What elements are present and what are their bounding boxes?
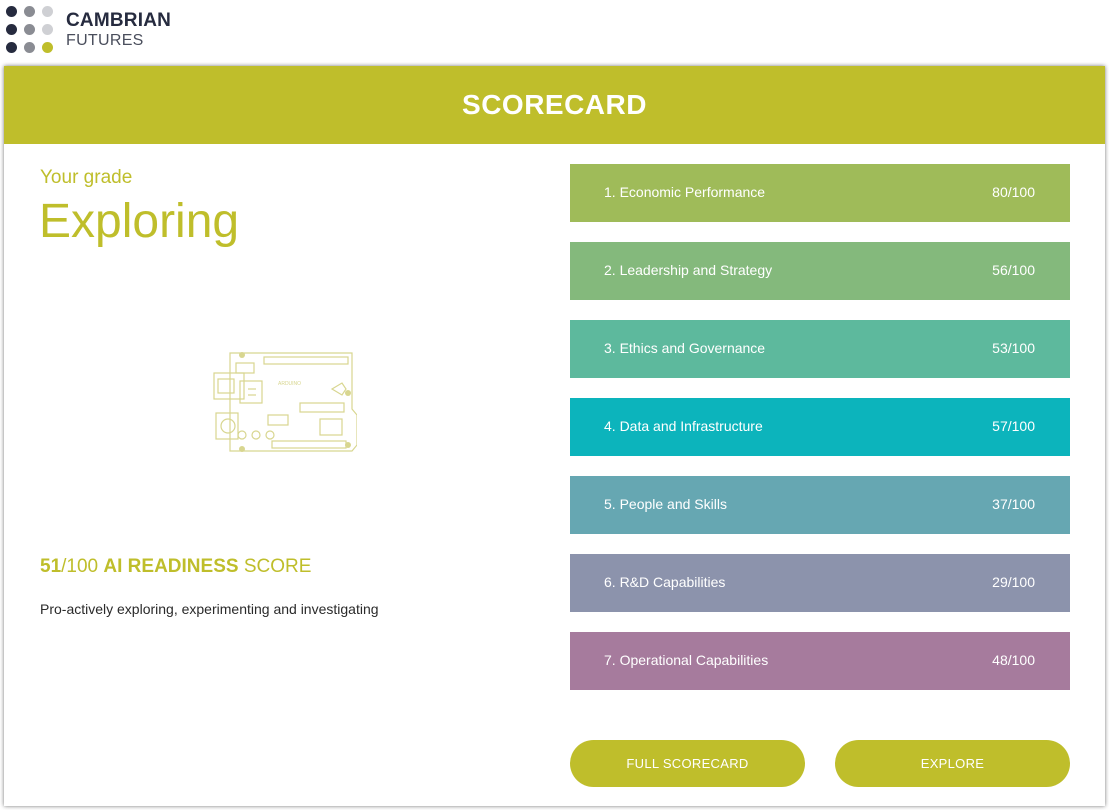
category-row-data-infrastructure[interactable]: 4. Data and Infrastructure 57/100 [570,398,1070,456]
page: CAMBRIAN FUTURES SCORECARD Your grade Ex… [0,0,1109,810]
category-label: 4. Data and Infrastructure [604,418,763,434]
logo-dots-icon [6,6,56,56]
category-row-people-skills[interactable]: 5. People and Skills 37/100 [570,476,1070,534]
category-label: 5. People and Skills [604,496,727,512]
grade-label: Your grade [40,167,133,188]
category-row-operational-capabilities[interactable]: 7. Operational Capabilities 48/100 [570,632,1070,690]
category-label: 2. Leadership and Strategy [604,262,773,278]
logo-wordmark-line1: CAMBRIAN [66,10,172,31]
category-row-ethics-governance[interactable]: 3. Ethics and Governance 53/100 [570,320,1070,378]
full-scorecard-button[interactable]: FULL SCORECARD [570,740,805,787]
category-row-rd-capabilities[interactable]: 6. R&D Capabilities 29/100 [570,554,1070,612]
category-score: 48/100 [992,652,1035,668]
category-score: 57/100 [992,418,1035,434]
category-score: 56/100 [992,262,1035,278]
category-score: 80/100 [992,184,1035,200]
grade-value: Exploring [39,195,240,248]
readiness-score-max: /100 [61,556,99,577]
category-row-leadership-strategy[interactable]: 2. Leadership and Strategy 56/100 [570,242,1070,300]
readiness-score-value: 51 [40,556,62,577]
explore-button[interactable]: EXPLORE [835,740,1070,787]
ai-readiness-score: 51/100 AI READINESS SCORE [40,556,311,578]
category-label: 6. R&D Capabilities [604,574,726,590]
scorecard-title: SCORECARD [462,89,647,120]
category-label: 1. Economic Performance [604,184,766,200]
category-label: 3. Ethics and Governance [604,340,766,356]
scorecard-header: SCORECARD [4,66,1105,144]
scorecard-panel: SCORECARD Your grade Exploring ARDUINO 5… [4,66,1105,806]
readiness-label-suffix: SCORE [243,556,312,577]
category-row-economic-performance[interactable]: 1. Economic Performance 80/100 [570,164,1070,222]
category-score: 29/100 [992,574,1035,590]
logo-wordmark-line2: FUTURES [66,32,144,49]
category-score: 53/100 [992,340,1035,356]
category-label: 7. Operational Capabilities [604,652,769,668]
arduino-board-icon: ARDUINO [212,349,358,464]
svg-text:ARDUINO: ARDUINO [278,381,301,387]
category-score: 37/100 [992,496,1035,512]
readiness-description: Pro-actively exploring, experimenting an… [40,601,379,617]
readiness-label: AI READINESS [103,556,239,577]
